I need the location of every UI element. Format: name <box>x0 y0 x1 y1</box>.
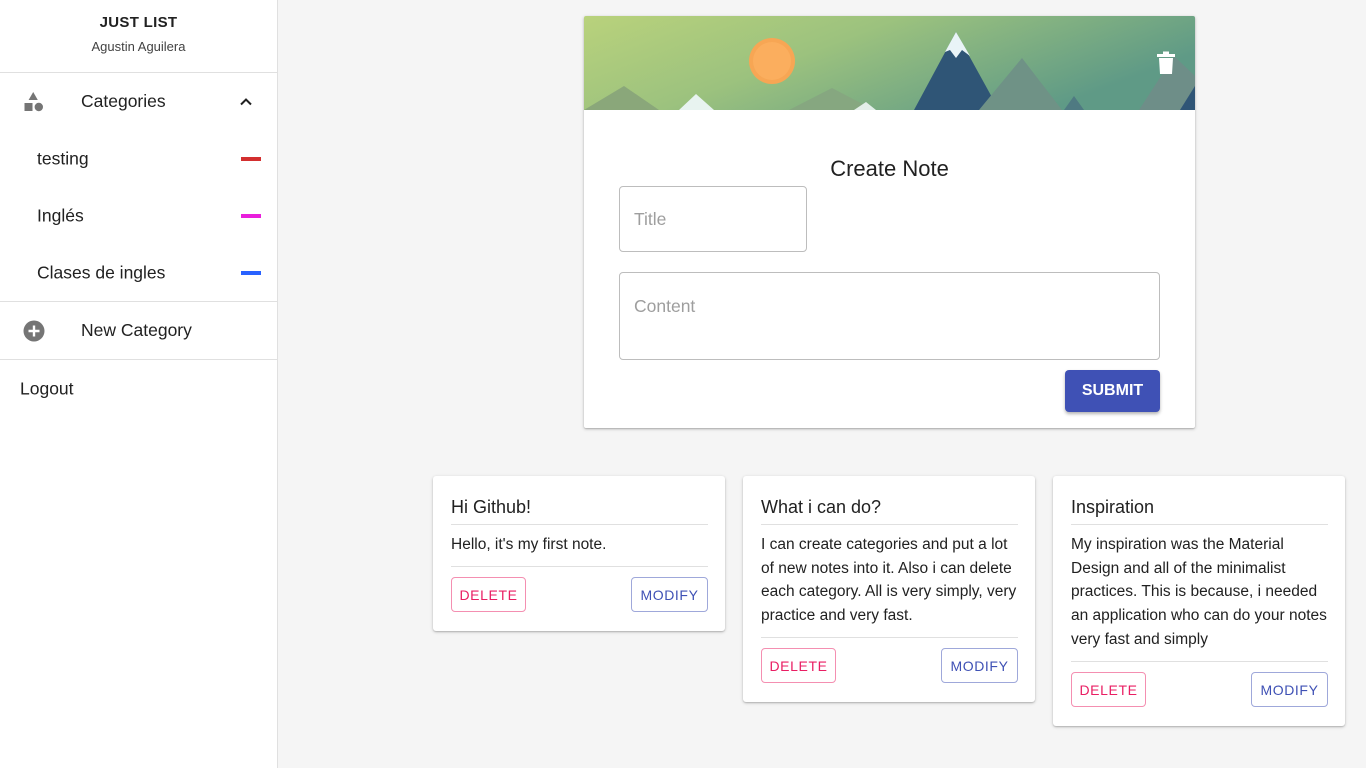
brand-header: JUST LIST Agustin Aguilera <box>0 0 277 73</box>
note-title-input[interactable] <box>619 186 807 252</box>
category-label: Inglés <box>37 205 84 225</box>
create-note-card: Create Note SUBMIT <box>584 16 1195 428</box>
add-circle-icon <box>23 320 45 341</box>
delete-note-button[interactable]: DELETE <box>1071 672 1146 707</box>
note-title: What i can do? <box>761 497 1018 525</box>
mountain-banner-image <box>584 16 1195 110</box>
delete-note-button[interactable]: DELETE <box>761 648 836 683</box>
category-label: testing <box>37 148 89 168</box>
divider <box>451 566 708 567</box>
category-item-clases-de-ingles[interactable]: Clases de ingles <box>0 244 277 301</box>
divider <box>761 637 1018 638</box>
modify-note-button[interactable]: MODIFY <box>941 648 1018 683</box>
category-label: Clases de ingles <box>37 262 166 282</box>
note-card: Inspiration My inspiration was the Mater… <box>1053 476 1345 726</box>
divider <box>1071 661 1328 662</box>
note-body: Hello, it's my first note. <box>451 536 607 553</box>
note-body: My inspiration was the Material Design a… <box>1071 536 1327 648</box>
new-category-label: New Category <box>81 320 192 340</box>
category-item-testing[interactable]: testing <box>0 130 277 187</box>
modify-note-button[interactable]: MODIFY <box>1251 672 1328 707</box>
logout-button[interactable]: Logout <box>0 360 277 417</box>
note-title: Hi Github! <box>451 497 708 525</box>
note-content-input[interactable] <box>619 272 1160 360</box>
category-item-ingles[interactable]: Inglés <box>0 187 277 244</box>
note-title: Inspiration <box>1071 497 1328 525</box>
category-color-swatch <box>241 213 261 218</box>
modify-note-button[interactable]: MODIFY <box>631 577 708 612</box>
app-title: JUST LIST <box>99 14 178 31</box>
note-body: I can create categories and put a lot of… <box>761 536 1017 625</box>
categories-toggle[interactable]: Categories <box>0 73 277 130</box>
create-note-heading: Create Note <box>830 156 949 181</box>
shapes-icon <box>24 91 43 111</box>
note-card: What i can do? I can create categories a… <box>743 476 1035 702</box>
sidebar: JUST LIST Agustin Aguilera Categories te… <box>0 0 278 768</box>
note-card: Hi Github! Hello, it's my first note. DE… <box>433 476 725 631</box>
category-color-swatch <box>241 156 261 161</box>
chevron-up-icon[interactable] <box>236 92 256 112</box>
trash-icon[interactable] <box>1156 51 1176 75</box>
categories-label: Categories <box>81 91 166 111</box>
delete-note-button[interactable]: DELETE <box>451 577 526 612</box>
submit-button[interactable]: SUBMIT <box>1065 370 1160 412</box>
category-color-swatch <box>241 270 261 275</box>
logout-label: Logout <box>20 378 74 398</box>
user-name: Agustin Aguilera <box>91 39 186 54</box>
new-category-button[interactable]: New Category <box>0 302 277 359</box>
